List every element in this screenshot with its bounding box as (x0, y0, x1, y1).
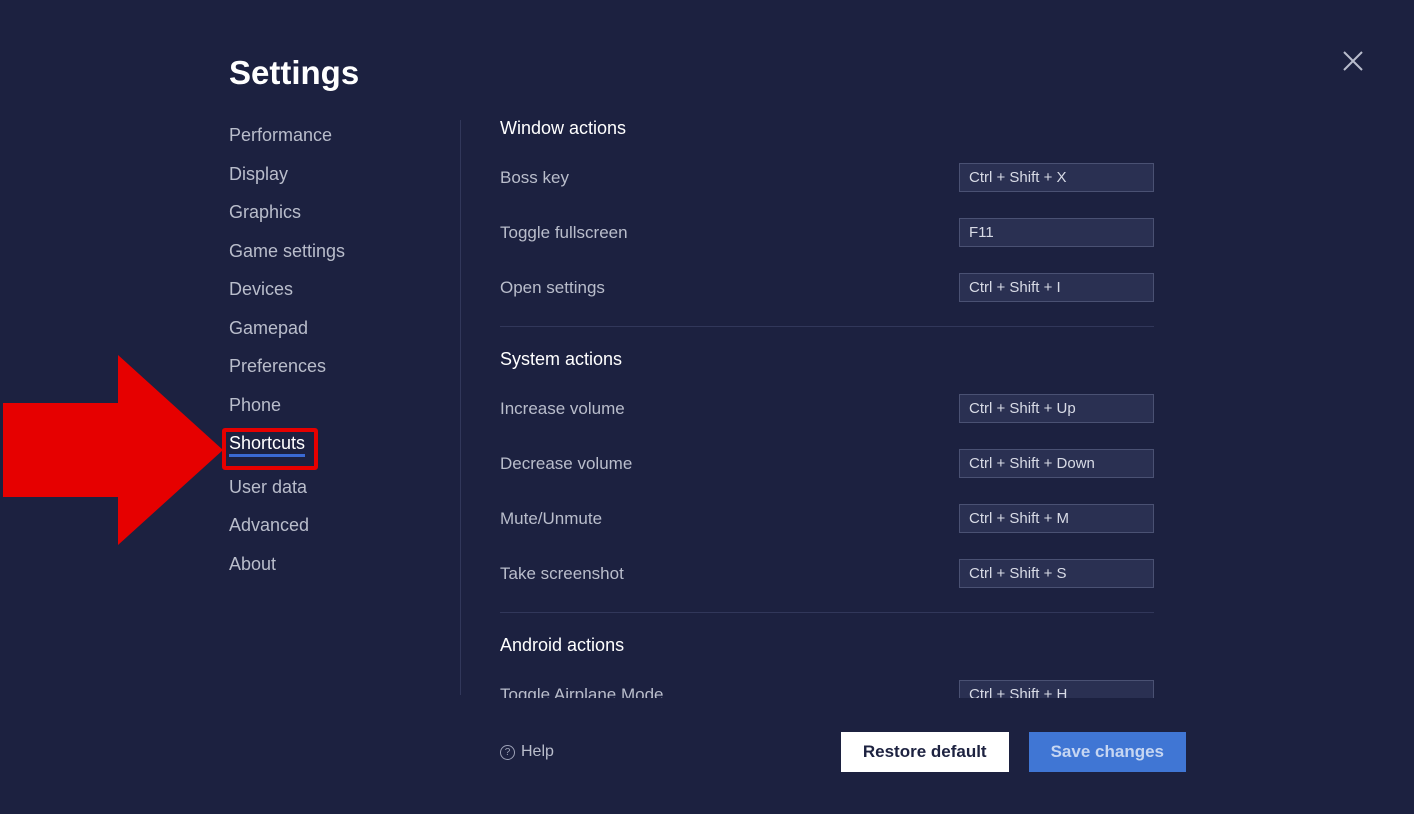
settings-footer: ? Help Restore default Save changes (500, 732, 1186, 772)
shortcut-input-mute[interactable] (959, 504, 1154, 533)
sidebar-item-preferences[interactable]: Preferences (229, 357, 429, 375)
sidebar-item-phone[interactable]: Phone (229, 396, 429, 414)
help-link[interactable]: ? Help (500, 743, 554, 761)
shortcut-row: Mute/Unmute (500, 504, 1154, 533)
vertical-divider (460, 120, 461, 695)
sidebar-item-gamepad[interactable]: Gamepad (229, 319, 429, 337)
restore-default-button[interactable]: Restore default (841, 732, 1009, 772)
sidebar-item-devices[interactable]: Devices (229, 280, 429, 298)
sidebar-item-game-settings[interactable]: Game settings (229, 242, 429, 260)
sidebar-item-graphics[interactable]: Graphics (229, 203, 429, 221)
shortcut-label: Take screenshot (500, 564, 624, 584)
shortcut-input-decrease-volume[interactable] (959, 449, 1154, 478)
shortcut-label: Increase volume (500, 399, 625, 419)
sidebar-item-user-data[interactable]: User data (229, 478, 429, 496)
sidebar-item-performance[interactable]: Performance (229, 126, 429, 144)
shortcuts-panel: Window actions Boss key Toggle fullscree… (500, 118, 1154, 698)
shortcut-row: Take screenshot (500, 559, 1154, 588)
annotation-arrow-icon (3, 355, 223, 545)
shortcut-label: Decrease volume (500, 454, 632, 474)
page-title: Settings (229, 54, 359, 92)
shortcut-row: Boss key (500, 163, 1154, 192)
section-title-android-actions: Android actions (500, 635, 1154, 656)
shortcut-row: Toggle fullscreen (500, 218, 1154, 247)
section-title-system-actions: System actions (500, 349, 1154, 370)
shortcut-row: Toggle Airplane Mode (500, 680, 1154, 698)
shortcut-input-fullscreen[interactable] (959, 218, 1154, 247)
shortcut-row: Increase volume (500, 394, 1154, 423)
shortcut-input-boss-key[interactable] (959, 163, 1154, 192)
close-icon (1342, 50, 1364, 72)
shortcut-label: Boss key (500, 168, 569, 188)
shortcut-input-increase-volume[interactable] (959, 394, 1154, 423)
shortcut-input-airplane[interactable] (959, 680, 1154, 698)
shortcut-label: Open settings (500, 278, 605, 298)
sidebar-item-about[interactable]: About (229, 555, 429, 573)
sidebar-item-advanced[interactable]: Advanced (229, 516, 429, 534)
settings-sidebar: Performance Display Graphics Game settin… (229, 126, 429, 593)
section-divider (500, 326, 1154, 327)
close-button[interactable] (1342, 50, 1364, 72)
shortcut-label: Mute/Unmute (500, 509, 602, 529)
section-title-window-actions: Window actions (500, 118, 1154, 139)
help-label: Help (521, 743, 554, 761)
save-changes-button[interactable]: Save changes (1029, 732, 1186, 772)
shortcut-input-screenshot[interactable] (959, 559, 1154, 588)
shortcut-row: Decrease volume (500, 449, 1154, 478)
sidebar-item-display[interactable]: Display (229, 165, 429, 183)
shortcut-label: Toggle Airplane Mode (500, 685, 664, 699)
sidebar-item-shortcuts[interactable]: Shortcuts (229, 434, 305, 457)
help-icon: ? (500, 745, 515, 760)
shortcut-input-open-settings[interactable] (959, 273, 1154, 302)
shortcut-row: Open settings (500, 273, 1154, 302)
shortcut-label: Toggle fullscreen (500, 223, 628, 243)
section-divider (500, 612, 1154, 613)
